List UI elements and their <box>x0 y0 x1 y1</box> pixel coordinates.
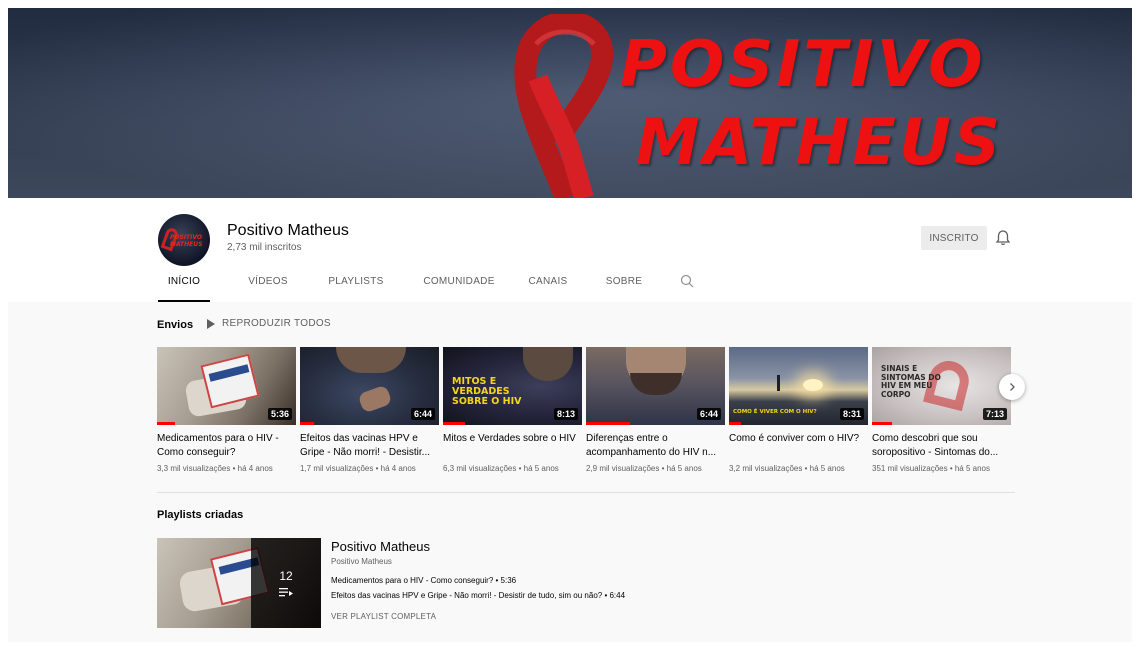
video-age: há 5 anos <box>954 464 990 473</box>
video-thumbnail[interactable]: SINAIS E SINTOMAS DO HIV EM MEU CORPO 7:… <box>872 347 1011 425</box>
video-thumbnail[interactable]: COMO É VIVER COM O HIV? 8:31 <box>729 347 868 425</box>
video-meta: 2,9 mil visualizações • há 5 anos <box>586 464 702 473</box>
video-title[interactable]: Como descobri que sou soropositivo - Sin… <box>872 432 1011 460</box>
video-card[interactable]: 6:44 Efeitos das vacinas HPV e Gripe - N… <box>300 347 439 473</box>
playlist-video-duration: 6:44 <box>609 591 626 600</box>
section-divider <box>157 492 1015 493</box>
tab-canais[interactable]: CANAIS <box>528 276 568 302</box>
playlist-video-entry[interactable]: Medicamentos para o HIV - Como conseguir… <box>331 576 516 585</box>
watch-progress-bar <box>586 422 630 425</box>
video-title[interactable]: Efeitos das vacinas HPV e Gripe - Não mo… <box>300 432 439 460</box>
banner-title-line-1: POSITIVO <box>620 28 986 102</box>
video-age: há 5 anos <box>809 464 845 473</box>
playlist-count-overlay: 12 <box>251 538 321 628</box>
playlist-video-count: 12 <box>279 569 293 583</box>
video-meta: 1,7 mil visualizações • há 4 anos <box>300 464 416 473</box>
tab-sobre[interactable]: SOBRE <box>604 276 644 302</box>
video-duration: 7:13 <box>982 408 1007 420</box>
tab-comunidade[interactable]: COMUNIDADE <box>422 276 496 302</box>
tab-inicio[interactable]: INÍCIO <box>158 276 210 302</box>
video-card[interactable]: 6:44 Diferenças entre o acompanhamento d… <box>586 347 725 473</box>
subscriber-count: 2,73 mil inscritos <box>227 242 302 253</box>
playlist-video-entry[interactable]: Efeitos das vacinas HPV e Gripe - Não mo… <box>331 591 625 600</box>
thumbnail-overlay-text: MITOS E VERDADES SOBRE O HIV <box>452 376 522 407</box>
video-thumbnail[interactable]: MITOS E VERDADES SOBRE O HIV 8:13 <box>443 347 582 425</box>
channel-header: POSITIVO MATHEUS Positivo Matheus 2,73 m… <box>8 198 1132 302</box>
playlists-shelf-title[interactable]: Playlists criadas <box>157 509 243 521</box>
watch-progress-bar <box>443 422 465 425</box>
video-title[interactable]: Diferenças entre o acompanhamento do HIV… <box>586 432 725 460</box>
avatar-logo-text: POSITIVO MATHEUS <box>170 234 203 248</box>
banner-title-line-2: MATHEUS <box>636 106 1004 180</box>
video-meta: 3,2 mil visualizações • há 5 anos <box>729 464 845 473</box>
video-views: 2,9 mil visualizações <box>586 464 660 473</box>
video-views: 351 mil visualizações <box>872 464 948 473</box>
uploads-shelf-title[interactable]: Envios <box>157 319 193 331</box>
play-icon <box>207 318 215 329</box>
video-views: 3,3 mil visualizações <box>157 464 231 473</box>
thumbnail-overlay-text: SINAIS E SINTOMAS DO HIV EM MEU CORPO <box>881 364 941 399</box>
video-meta: 3,3 mil visualizações • há 4 anos <box>157 464 273 473</box>
playlist-video-title: Medicamentos para o HIV - Como conseguir… <box>331 576 494 585</box>
search-icon[interactable] <box>680 274 694 288</box>
bell-icon[interactable] <box>995 229 1011 247</box>
video-card[interactable]: COMO É VIVER COM O HIV? 8:31 Como é conv… <box>729 347 868 473</box>
video-card[interactable]: MITOS E VERDADES SOBRE O HIV 8:13 Mitos … <box>443 347 582 473</box>
subscribed-button[interactable]: INSCRITO <box>921 226 987 250</box>
playlist-video-duration: 5:36 <box>500 576 517 585</box>
playlist-icon <box>279 588 293 597</box>
video-duration: 5:36 <box>267 408 292 420</box>
video-duration: 6:44 <box>410 408 435 420</box>
video-age: há 5 anos <box>523 464 559 473</box>
chevron-right-icon <box>1010 383 1015 391</box>
video-duration: 8:13 <box>553 408 578 420</box>
video-thumbnail[interactable]: 5:36 <box>157 347 296 425</box>
youtube-channel-page: POSITIVO MATHEUS POSITIVO MATHEUS Positi… <box>8 8 1132 642</box>
video-views: 6,3 mil visualizações <box>443 464 517 473</box>
channel-avatar[interactable]: POSITIVO MATHEUS <box>158 214 210 266</box>
tab-playlists[interactable]: PLAYLISTS <box>326 276 386 302</box>
video-card[interactable]: 5:36 Medicamentos para o HIV - Como cons… <box>157 347 296 473</box>
channel-name: Positivo Matheus <box>227 222 349 239</box>
channel-banner: POSITIVO MATHEUS <box>8 8 1132 198</box>
play-all-label: REPRODUZIR TODOS <box>222 318 331 329</box>
watch-progress-bar <box>872 422 892 425</box>
video-thumbnail[interactable]: 6:44 <box>586 347 725 425</box>
video-duration: 6:44 <box>696 408 721 420</box>
watch-progress-bar <box>157 422 175 425</box>
video-title[interactable]: Medicamentos para o HIV - Como conseguir… <box>157 432 296 460</box>
watch-progress-bar <box>300 422 314 425</box>
video-meta: 6,3 mil visualizações • há 5 anos <box>443 464 559 473</box>
video-age: há 4 anos <box>380 464 416 473</box>
video-title[interactable]: Como é conviver com o HIV? <box>729 432 868 460</box>
video-age: há 4 anos <box>237 464 273 473</box>
play-all-button[interactable]: REPRODUZIR TODOS <box>207 318 331 329</box>
video-thumbnail[interactable]: 6:44 <box>300 347 439 425</box>
video-title[interactable]: Mitos e Verdades sobre o HIV <box>443 432 582 460</box>
tab-videos[interactable]: VÍDEOS <box>244 276 292 302</box>
video-views: 3,2 mil visualizações <box>729 464 803 473</box>
playlist-title[interactable]: Positivo Matheus <box>331 539 430 554</box>
playlist-thumbnail[interactable]: 12 <box>157 538 321 628</box>
video-views: 1,7 mil visualizações <box>300 464 374 473</box>
video-age: há 5 anos <box>666 464 702 473</box>
thumbnail-overlay-text: COMO É VIVER COM O HIV? <box>733 409 817 415</box>
video-card[interactable]: SINAIS E SINTOMAS DO HIV EM MEU CORPO 7:… <box>872 347 1011 473</box>
playlist-video-title: Efeitos das vacinas HPV e Gripe - Não mo… <box>331 591 603 600</box>
video-duration: 8:31 <box>839 408 864 420</box>
view-full-playlist-link[interactable]: VER PLAYLIST COMPLETA <box>331 612 436 621</box>
shelf-next-button[interactable] <box>999 374 1025 400</box>
watch-progress-bar <box>729 422 741 425</box>
video-meta: 351 mil visualizações • há 5 anos <box>872 464 990 473</box>
playlist-author[interactable]: Positivo Matheus <box>331 557 392 566</box>
